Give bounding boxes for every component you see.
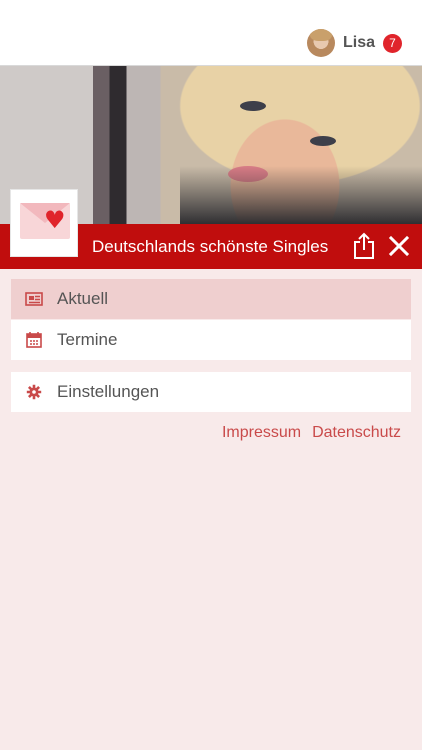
footer-links: Impressum Datenschutz	[222, 424, 401, 442]
app-logo: ♥	[10, 189, 78, 257]
avatar[interactable]	[306, 29, 335, 57]
hero-photo-detail	[240, 101, 266, 111]
gear-icon	[23, 381, 45, 403]
menu-item-label: Termine	[57, 330, 118, 349]
share-button[interactable]	[352, 232, 376, 260]
share-icon	[354, 232, 374, 259]
newspaper-icon	[23, 288, 45, 310]
heart-icon: ♥	[44, 206, 66, 234]
impressum-link[interactable]: Impressum	[222, 424, 301, 442]
user-name[interactable]: Lisa	[343, 34, 375, 52]
menu-item-termine[interactable]: Termine	[11, 320, 411, 360]
hero-photo-detail	[180, 166, 422, 224]
menu-item-aktuell[interactable]: Aktuell	[11, 279, 411, 319]
close-button[interactable]	[387, 234, 411, 258]
menu-item-einstellungen[interactable]: Einstellungen	[11, 372, 411, 412]
top-bar: Lisa 7	[0, 0, 422, 66]
user-profile[interactable]: Lisa 7	[306, 29, 402, 57]
menu-item-label: Einstellungen	[57, 382, 160, 401]
notification-badge[interactable]: 7	[383, 33, 402, 53]
menu-item-label: Aktuell	[57, 289, 109, 308]
datenschutz-link[interactable]: Datenschutz	[312, 424, 401, 442]
banner-title: Deutschlands schönste Singles	[92, 237, 329, 256]
hero-photo-detail	[310, 136, 336, 146]
close-icon	[388, 235, 410, 257]
calendar-icon	[23, 329, 45, 351]
